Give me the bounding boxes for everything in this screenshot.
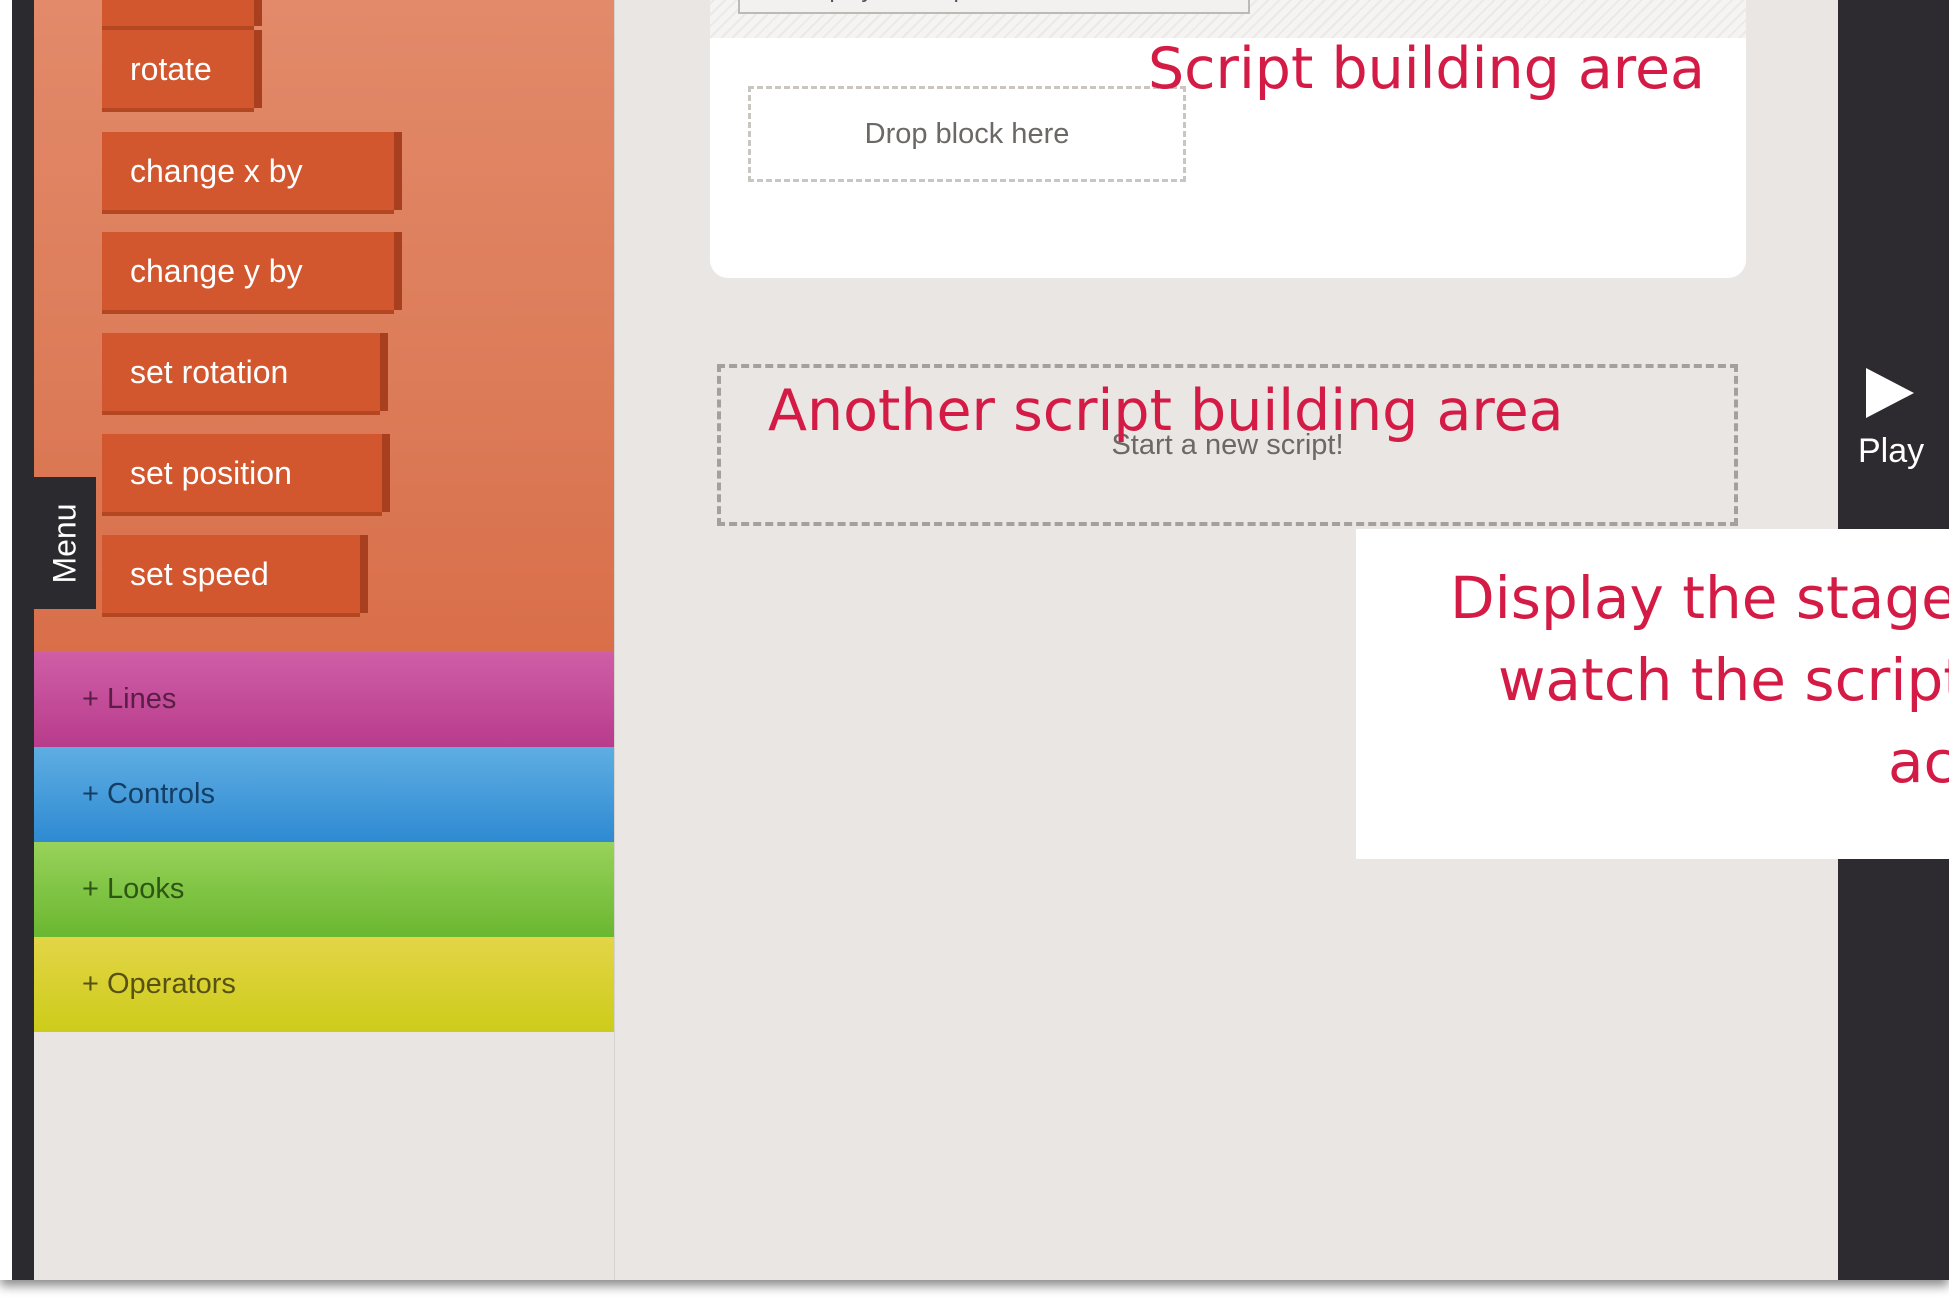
hat-block[interactable]: When play button pressed [738, 0, 1250, 14]
category-looks[interactable]: + Looks [34, 842, 614, 937]
drop-block-zone[interactable]: Drop block here [748, 86, 1186, 182]
motion-block-partial[interactable] [102, 0, 254, 26]
block-label: change y by [130, 252, 303, 289]
block-rotate[interactable]: rotate [102, 30, 254, 108]
category-label: + Lines [82, 683, 177, 715]
category-lines[interactable]: + Lines [34, 652, 614, 747]
annotation-stage-line-2: watch the scripts [1498, 646, 1949, 714]
block-change-x-by[interactable]: change x by [102, 132, 394, 210]
menu-tab[interactable]: Menu [34, 477, 96, 609]
annotation-stage-text: Display the stage a watch the scripts ac [1450, 557, 1949, 803]
annotation-script-area: Script building area [1148, 36, 1705, 102]
category-operators[interactable]: + Operators [34, 937, 614, 1032]
motion-category-panel: rotate change x by change y by set rotat… [34, 0, 614, 652]
block-change-y-by[interactable]: change y by [102, 232, 394, 310]
menu-tab-label: Menu [46, 502, 83, 584]
play-label: Play [1858, 432, 1925, 470]
block-label: rotate [130, 50, 212, 87]
block-label: set rotation [130, 353, 289, 390]
category-label: + Controls [82, 778, 215, 810]
play-triangle-icon [1866, 368, 1914, 418]
annotation-another-area: Another script building area [768, 378, 1564, 444]
category-controls[interactable]: + Controls [34, 747, 614, 842]
block-set-position[interactable]: set position [102, 434, 382, 512]
annotation-stage-line-3: ac [1888, 728, 1949, 796]
drop-zone-label: Drop block here [864, 117, 1070, 150]
annotation-stage-box: Display the stage a watch the scripts ac [1356, 529, 1949, 859]
category-label: + Operators [82, 968, 236, 1000]
block-palette: rotate change x by change y by set rotat… [34, 0, 615, 1280]
block-label: set speed [130, 555, 269, 592]
block-set-speed[interactable]: set speed [102, 535, 360, 613]
window-left-edge [0, 0, 34, 1280]
block-set-rotation[interactable]: set rotation [102, 333, 380, 411]
play-button[interactable]: Play [1838, 360, 1949, 490]
block-label: change x by [130, 152, 303, 189]
hat-block-area: When play button pressed [710, 0, 1746, 38]
app-window: rotate change x by change y by set rotat… [0, 0, 1949, 1280]
category-label: + Looks [82, 873, 185, 905]
annotation-stage-line-1: Display the stage a [1450, 564, 1949, 632]
block-label: set position [130, 454, 292, 491]
